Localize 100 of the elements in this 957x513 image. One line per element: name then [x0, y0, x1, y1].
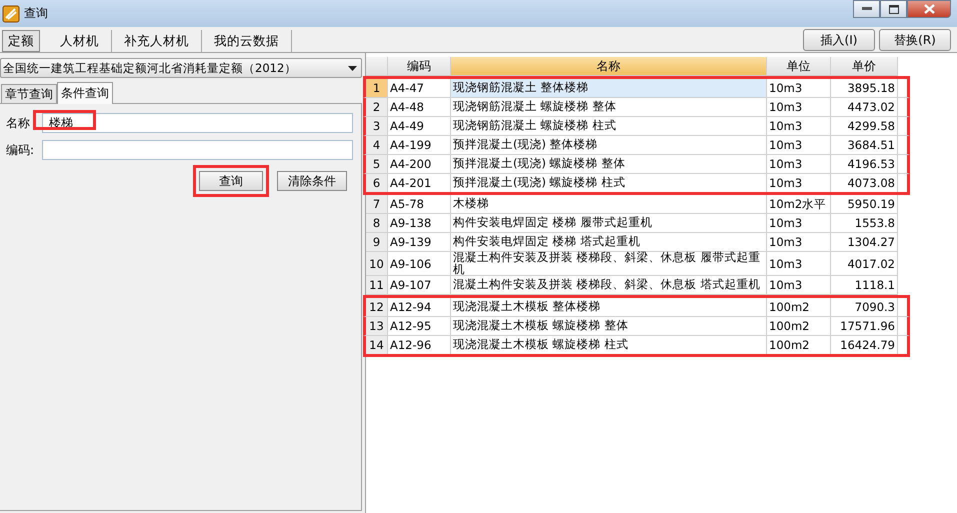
- table-cell: 木楼梯: [451, 195, 767, 213]
- table-cell: 4299.58: [831, 117, 898, 135]
- table-cell: 3684.51: [831, 136, 898, 154]
- window-title: 查询: [24, 5, 48, 22]
- table-cell: 10m3: [767, 276, 831, 294]
- row-number[interactable]: 10: [366, 252, 388, 275]
- table-cell: 构件安装电焊固定 楼梯 塔式起重机: [451, 233, 767, 251]
- table-cell: 10m3: [767, 252, 831, 275]
- table-row[interactable]: 1 A4-47 现浇钢筋混凝土 整体楼梯 10m3 3895.18: [363, 76, 910, 98]
- row-number[interactable]: 1: [366, 79, 388, 97]
- tab[interactable]: 条件查询: [57, 82, 113, 104]
- table-cell: 5950.19: [831, 195, 898, 213]
- table-cell: 100m2: [767, 336, 831, 354]
- table-cell: 现浇钢筋混凝土 螺旋楼梯 整体: [451, 98, 767, 116]
- table-cell: A9-107: [388, 276, 451, 294]
- row-number[interactable]: 5: [366, 155, 388, 173]
- action-button[interactable]: 替换(R): [879, 29, 951, 51]
- column-header[interactable]: 单价: [831, 57, 898, 75]
- table-cell: A4-49: [388, 117, 451, 135]
- table-cell: 10m3: [767, 136, 831, 154]
- table-row[interactable]: 10 A9-106 混凝土构件安装及拼装 楼梯段、斜梁、休息板 履带式起重机 10m3 4017.02: [366, 252, 898, 276]
- table-cell: 混凝土构件安装及拼装 楼梯段、斜梁、休息板 塔式起重机: [451, 276, 767, 294]
- row-number[interactable]: 14: [366, 336, 388, 354]
- query-button[interactable]: 清除条件: [277, 171, 347, 191]
- table-cell: 10m3: [767, 117, 831, 135]
- tab[interactable]: 章节查询: [1, 84, 57, 103]
- table-row[interactable]: 3 A4-49 现浇钢筋混凝土 螺旋楼梯 柱式 10m3 4299.58: [363, 117, 910, 136]
- app-icon: [2, 4, 20, 22]
- maximize-icon: [888, 4, 898, 14]
- table-cell: 4017.02: [831, 252, 898, 275]
- table-cell: 现浇混凝土木模板 螺旋楼梯 整体: [451, 317, 767, 335]
- minimize-icon: [862, 7, 872, 11]
- table-row[interactable]: 11 A9-107 混凝土构件安装及拼装 楼梯段、斜梁、休息板 塔式起重机 10m3 1118.1: [366, 276, 898, 295]
- row-number[interactable]: 3: [366, 117, 388, 135]
- column-header[interactable]: 名称: [451, 57, 767, 75]
- table-cell: 构件安装电焊固定 楼梯 履带式起重机: [451, 214, 767, 232]
- table-row[interactable]: 12 A12-94 现浇混凝土木模板 整体楼梯 100m2 7090.3: [363, 295, 910, 317]
- table-row[interactable]: 2 A4-48 现浇钢筋混凝土 螺旋楼梯 整体 10m3 4473.02: [363, 98, 910, 117]
- tab[interactable]: 定额: [2, 30, 40, 52]
- table-row[interactable]: 4 A4-199 预拌混凝土(现浇) 整体楼梯 10m3 3684.51: [363, 136, 910, 155]
- dropdown-caret-icon: [348, 66, 357, 70]
- table-cell: 10m3: [767, 174, 831, 192]
- table-cell: A4-200: [388, 155, 451, 173]
- row-number[interactable]: 6: [366, 174, 388, 192]
- table-cell: A4-201: [388, 174, 451, 192]
- table-cell: 16424.79: [831, 336, 898, 354]
- row-number[interactable]: 4: [366, 136, 388, 154]
- minimize-button[interactable]: [853, 0, 880, 18]
- table-cell: A12-94: [388, 298, 451, 316]
- action-button[interactable]: 插入(I): [803, 29, 875, 51]
- row-number[interactable]: 13: [366, 317, 388, 335]
- table-cell: 混凝土构件安装及拼装 楼梯段、斜梁、休息板 履带式起重机: [451, 252, 767, 275]
- table-cell: 10m3: [767, 98, 831, 116]
- table-cell: 现浇混凝土木模板 整体楼梯: [451, 298, 767, 316]
- table-row[interactable]: 14 A12-96 现浇混凝土木模板 螺旋楼梯 柱式 100m2 16424.79: [363, 336, 910, 357]
- column-header[interactable]: 单位: [767, 57, 831, 75]
- query-button[interactable]: 查询: [199, 171, 263, 191]
- table-cell: 7090.3: [831, 298, 898, 316]
- table-cell: 100m2: [767, 317, 831, 335]
- column-header[interactable]: 编码: [388, 57, 451, 75]
- table-cell: 预拌混凝土(现浇) 整体楼梯: [451, 136, 767, 154]
- field-label: 编码:: [6, 142, 36, 158]
- table-row[interactable]: 7 A5-78 木楼梯 10m2水平 5950.19: [366, 195, 898, 214]
- table-row[interactable]: 6 A4-201 预拌混凝土(现浇) 螺旋楼梯 柱式 10m3 4073.08: [363, 174, 910, 195]
- close-button[interactable]: [907, 0, 951, 18]
- table-row[interactable]: 9 A9-139 构件安装电焊固定 楼梯 塔式起重机 10m3 1304.27: [366, 233, 898, 252]
- table-cell: A4-199: [388, 136, 451, 154]
- table-row[interactable]: 5 A4-200 预拌混凝土(现浇) 螺旋楼梯 整体 10m3 4196.53: [363, 155, 910, 174]
- table-cell: 预拌混凝土(现浇) 螺旋楼梯 整体: [451, 155, 767, 173]
- table-cell: 1304.27: [831, 233, 898, 251]
- table-cell: 4073.08: [831, 174, 898, 192]
- table-cell: 17571.96: [831, 317, 898, 335]
- row-number[interactable]: 9: [366, 233, 388, 251]
- table-cell: A5-78: [388, 195, 451, 213]
- maximize-button[interactable]: [880, 0, 907, 18]
- input-field[interactable]: [42, 140, 353, 160]
- table-row[interactable]: 8 A9-138 构件安装电焊固定 楼梯 履带式起重机 10m3 1553.8: [366, 214, 898, 233]
- table-cell: 10m3: [767, 214, 831, 232]
- table-row[interactable]: 13 A12-95 现浇混凝土木模板 螺旋楼梯 整体 100m2 17571.96: [363, 317, 910, 336]
- table-cell: 10m3: [767, 233, 831, 251]
- table-cell: 100m2: [767, 298, 831, 316]
- row-number[interactable]: 7: [366, 195, 388, 213]
- table-cell: 3895.18: [831, 79, 898, 97]
- table-cell: A12-95: [388, 317, 451, 335]
- row-number[interactable]: 2: [366, 98, 388, 116]
- table-cell: 1553.8: [831, 214, 898, 232]
- row-number[interactable]: 8: [366, 214, 388, 232]
- row-number[interactable]: 12: [366, 298, 388, 316]
- table-cell: 4196.53: [831, 155, 898, 173]
- table-cell: A9-106: [388, 252, 451, 275]
- table-cell: 现浇钢筋混凝土 螺旋楼梯 柱式: [451, 117, 767, 135]
- table-cell: A9-138: [388, 214, 451, 232]
- library-dropdown[interactable]: 全国统一建筑工程基础定额河北省消耗量定额（2012）: [0, 58, 362, 78]
- table-cell: 预拌混凝土(现浇) 螺旋楼梯 柱式: [451, 174, 767, 192]
- table-cell: 4473.02: [831, 98, 898, 116]
- field-label: 名称: [6, 114, 31, 132]
- table-cell: 现浇混凝土木模板 螺旋楼梯 柱式: [451, 336, 767, 354]
- row-number[interactable]: 11: [366, 276, 388, 294]
- table-cell: A12-96: [388, 336, 451, 354]
- close-icon: [924, 4, 934, 14]
